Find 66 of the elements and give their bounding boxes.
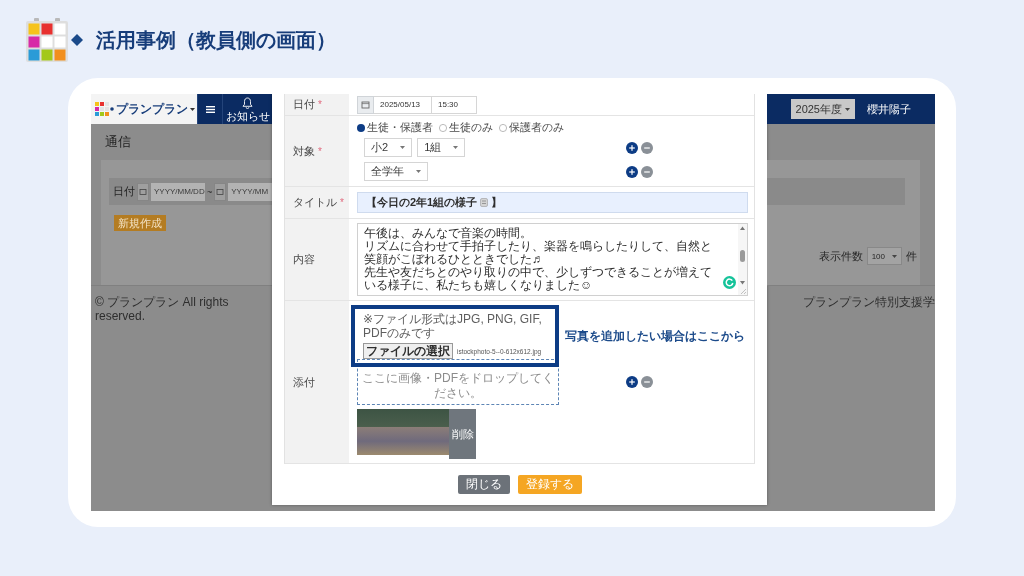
- menu-icon: [205, 105, 215, 113]
- brand-name: プランプラン: [116, 100, 188, 118]
- slide-title: 活用事例（教員側の画面）: [96, 28, 336, 52]
- notice-button[interactable]: お知らせ: [223, 94, 272, 124]
- field-label: 添付: [293, 374, 315, 390]
- copyright-text: © プランプラン All rights reserved.: [95, 295, 230, 323]
- drop-zone[interactable]: ここに画像・PDFをドロップしてください。: [357, 359, 559, 405]
- time-field[interactable]: 15:30: [432, 95, 477, 114]
- dropdown-select[interactable]: 1組: [417, 138, 466, 157]
- radio-button[interactable]: [357, 123, 365, 132]
- radio-button[interactable]: [499, 123, 507, 132]
- date-input[interactable]: YYYY/MM/DD: [151, 182, 205, 201]
- calendar-icon[interactable]: [137, 182, 149, 201]
- plus-circle-icon[interactable]: [626, 376, 638, 388]
- diamond-icon: [71, 34, 83, 46]
- calendar-icon[interactable]: [214, 182, 227, 201]
- callout-text: 写真を追加したい場合はここから: [565, 327, 745, 345]
- caret-icon: [892, 254, 897, 258]
- field-label: 対象: [293, 143, 315, 159]
- scrollbar-thumb[interactable]: [740, 249, 745, 262]
- page-size-select[interactable]: 100: [866, 247, 902, 265]
- school-name: プランプラン特別支援学: [803, 295, 935, 309]
- menu-button[interactable]: [197, 94, 223, 124]
- radio-label: 生徒・保護者: [367, 120, 433, 135]
- emoji-icon: [480, 198, 489, 207]
- resize-grip-icon[interactable]: [738, 287, 747, 295]
- date-field[interactable]: 2025/05/13: [374, 95, 432, 114]
- close-button[interactable]: 閉じる: [457, 475, 510, 494]
- caret-icon: [845, 107, 850, 111]
- page-size-unit: 件: [906, 248, 917, 264]
- scrollbar[interactable]: [738, 224, 747, 295]
- caret-icon: [190, 107, 195, 111]
- page-size-label: 表示件数: [818, 248, 863, 264]
- required-mark: *: [318, 145, 322, 157]
- choose-file-button[interactable]: ファイルの選択: [363, 343, 453, 359]
- title-input[interactable]: 【今日の2年1組の様子 】: [357, 192, 748, 213]
- scroll-up-icon[interactable]: [738, 224, 747, 232]
- caret-icon: [416, 170, 421, 173]
- range-separator: ~: [207, 186, 213, 197]
- bell-icon: [242, 96, 253, 109]
- user-name: 櫻井陽子: [867, 101, 911, 117]
- dropdown-select[interactable]: 全学年: [364, 162, 428, 181]
- required-mark: *: [340, 197, 344, 208]
- dropdown-select[interactable]: 小2: [364, 138, 413, 157]
- plus-circle-icon[interactable]: [626, 165, 638, 178]
- radio-button[interactable]: [439, 123, 447, 132]
- file-format-note: ※ファイル形式はJPG, PNG, GIF, PDFのみです: [363, 312, 543, 340]
- delete-button[interactable]: 削除: [449, 409, 476, 459]
- scroll-down-icon[interactable]: [738, 279, 747, 287]
- plus-circle-icon[interactable]: [626, 141, 638, 154]
- field-label: タイトル: [293, 195, 337, 210]
- year-select[interactable]: 2025年度: [790, 99, 855, 119]
- filter-label: 日付: [113, 184, 135, 199]
- radio-label: 生徒のみ: [449, 120, 493, 135]
- field-label: 日付: [293, 97, 315, 112]
- date-input[interactable]: YYYY/MM: [228, 182, 272, 201]
- open-ring-badge-icon[interactable]: [722, 276, 736, 289]
- tile-grid-icon: [25, 18, 69, 62]
- page-title: 通信: [105, 133, 131, 151]
- required-mark: *: [318, 99, 322, 110]
- radio-label: 保護者のみ: [509, 120, 564, 135]
- caret-icon: [453, 146, 459, 149]
- tile-grid-logo-icon: [95, 102, 114, 116]
- content-textarea[interactable]: 午後は、みんなで音楽の時間。 リズムに合わせて手拍子したり、楽器を鳴らしたりして、自然と笑顔がこぼれるひとときでした♬ 先生や友だちとのやり取りの中で、少しずつできることが増えている様子に、私たちも嬉しくなりました☺: [357, 223, 748, 296]
- caret-icon: [400, 146, 406, 149]
- field-label: 内容: [293, 252, 315, 267]
